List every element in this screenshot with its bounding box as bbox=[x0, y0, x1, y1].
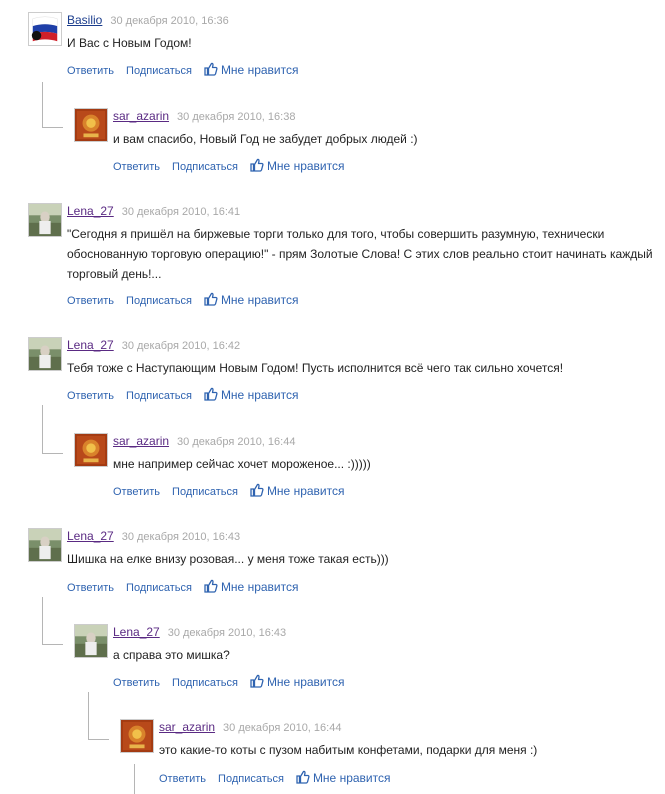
like-label: Мне нравится bbox=[220, 63, 299, 77]
reply-connector bbox=[134, 764, 135, 794]
thumbs-up-icon bbox=[204, 62, 218, 76]
user-avatar-flag[interactable] bbox=[28, 12, 62, 46]
comment-header: Lena_27 30 декабря 2010, 16:43 bbox=[113, 625, 286, 640]
user-avatar-emblem[interactable] bbox=[74, 433, 108, 467]
comment-actions: Ответить Подписаться Мне нравится bbox=[113, 483, 344, 499]
like-label: Мне нравится bbox=[266, 675, 345, 689]
comment-actions: Ответить Подписаться Мне нравится bbox=[67, 62, 298, 78]
comment-date: 30 декабря 2010, 16:36 bbox=[110, 15, 229, 27]
reply-link[interactable]: Ответить bbox=[67, 582, 114, 594]
subscribe-link[interactable]: Подписаться bbox=[172, 161, 238, 173]
like-button[interactable]: Мне нравится bbox=[204, 387, 299, 402]
comment-date: 30 декабря 2010, 16:38 bbox=[177, 111, 296, 123]
comment-text: это какие-то коты с пузом набитым конфет… bbox=[159, 743, 538, 757]
thumbs-up-icon bbox=[250, 158, 264, 172]
like-button[interactable]: Мне нравится bbox=[204, 579, 299, 594]
thumbs-up-icon bbox=[204, 387, 218, 401]
like-label: Мне нравится bbox=[312, 771, 391, 785]
subscribe-link[interactable]: Подписаться bbox=[126, 582, 192, 594]
user-avatar-photo[interactable] bbox=[28, 528, 62, 562]
user-avatar-emblem[interactable] bbox=[74, 108, 108, 142]
comment-text: и вам спасибо, Новый Год не забудет добр… bbox=[113, 132, 418, 146]
author-link[interactable]: sar_azarin bbox=[113, 434, 169, 448]
author-link[interactable]: sar_azarin bbox=[159, 720, 215, 734]
like-button[interactable]: Мне нравится bbox=[204, 62, 299, 77]
like-label: Мне нравится bbox=[266, 484, 345, 498]
subscribe-link[interactable]: Подписаться bbox=[172, 677, 238, 689]
comment-date: 30 декабря 2010, 16:43 bbox=[167, 627, 287, 639]
reply-link[interactable]: Ответить bbox=[67, 65, 114, 77]
reply-link[interactable]: Ответить bbox=[159, 773, 206, 785]
comment-header: sar_azarin 30 декабря 2010, 16:38 bbox=[113, 109, 295, 124]
author-link[interactable]: sar_azarin bbox=[113, 109, 169, 123]
comment-header: Lena_27 30 декабря 2010, 16:41 bbox=[67, 204, 240, 219]
reply-link[interactable]: Ответить bbox=[67, 390, 114, 402]
subscribe-link[interactable]: Подписаться bbox=[126, 295, 192, 307]
comment-text: И Вас с Новым Годом! bbox=[67, 36, 192, 50]
comment-actions: Ответить Подписаться Мне нравится bbox=[113, 158, 344, 174]
comment-header: sar_azarin 30 декабря 2010, 16:44 bbox=[159, 720, 341, 735]
comment-text: мне например сейчас хочет мороженое... :… bbox=[113, 457, 371, 471]
author-link[interactable]: Lena_27 bbox=[67, 529, 114, 543]
author-link[interactable]: Lena_27 bbox=[113, 625, 160, 639]
reply-connector bbox=[42, 597, 63, 645]
like-label: Мне нравится bbox=[266, 159, 345, 173]
reply-connector bbox=[42, 405, 63, 454]
comment-thread: Basilio 30 декабря 2010, 16:36 И Вас с Но… bbox=[0, 0, 665, 794]
comment-header: sar_azarin 30 декабря 2010, 16:44 bbox=[113, 434, 295, 449]
comment-date: 30 декабря 2010, 16:44 bbox=[223, 722, 342, 734]
user-avatar-photo[interactable] bbox=[74, 624, 108, 658]
comment-text: а справа это мишка? bbox=[113, 648, 230, 662]
subscribe-link[interactable]: Подписаться bbox=[218, 773, 284, 785]
comment-date: 30 декабря 2010, 16:43 bbox=[121, 531, 241, 543]
like-label: Мне нравится bbox=[220, 388, 299, 402]
reply-connector bbox=[88, 692, 109, 740]
like-label: Мне нравится bbox=[220, 293, 299, 307]
user-avatar-emblem[interactable] bbox=[120, 719, 154, 753]
comment-actions: Ответить Подписаться Мне нравится bbox=[67, 292, 298, 308]
comment-actions: Ответить Подписаться Мне нравится bbox=[67, 579, 298, 595]
like-label: Мне нравится bbox=[220, 580, 299, 594]
like-button[interactable]: Мне нравится bbox=[250, 483, 345, 498]
like-button[interactable]: Мне нравится bbox=[250, 158, 345, 173]
comment-actions: Ответить Подписаться Мне нравится bbox=[159, 770, 390, 786]
subscribe-link[interactable]: Подписаться bbox=[126, 65, 192, 77]
thumbs-up-icon bbox=[250, 674, 264, 688]
comment-actions: Ответить Подписаться Мне нравится bbox=[67, 387, 298, 403]
thumbs-up-icon bbox=[204, 579, 218, 593]
comment-date: 30 декабря 2010, 16:42 bbox=[121, 340, 241, 352]
author-link[interactable]: Basilio bbox=[67, 13, 102, 27]
reply-link[interactable]: Ответить bbox=[113, 677, 160, 689]
reply-link[interactable]: Ответить bbox=[67, 295, 114, 307]
author-link[interactable]: Lena_27 bbox=[67, 204, 114, 218]
subscribe-link[interactable]: Подписаться bbox=[172, 486, 238, 498]
thumbs-up-icon bbox=[204, 292, 218, 306]
comment-header: Lena_27 30 декабря 2010, 16:43 bbox=[67, 529, 240, 544]
thumbs-up-icon bbox=[296, 770, 310, 784]
comment-header: Basilio 30 декабря 2010, 16:36 bbox=[67, 13, 229, 28]
reply-connector bbox=[42, 82, 63, 128]
like-button[interactable]: Мне нравится bbox=[250, 674, 345, 689]
comment-text: Тебя тоже с Наступающим Новым Годом! Пус… bbox=[67, 361, 564, 375]
thumbs-up-icon bbox=[250, 483, 264, 497]
user-avatar-photo[interactable] bbox=[28, 203, 62, 237]
comment-header: Lena_27 30 декабря 2010, 16:42 bbox=[67, 338, 240, 353]
comment-text: Шишка на елке внизу розовая... у меня то… bbox=[67, 552, 389, 566]
reply-link[interactable]: Ответить bbox=[113, 486, 160, 498]
reply-link[interactable]: Ответить bbox=[113, 161, 160, 173]
author-link[interactable]: Lena_27 bbox=[67, 338, 114, 352]
like-button[interactable]: Мне нравится bbox=[296, 770, 391, 785]
comment-actions: Ответить Подписаться Мне нравится bbox=[113, 674, 344, 690]
like-button[interactable]: Мне нравится bbox=[204, 292, 299, 307]
comment-text: "Сегодня я пришёл на биржевые торги толь… bbox=[67, 227, 653, 281]
comment-date: 30 декабря 2010, 16:44 bbox=[177, 436, 296, 448]
subscribe-link[interactable]: Подписаться bbox=[126, 390, 192, 402]
comment-date: 30 декабря 2010, 16:41 bbox=[121, 206, 241, 218]
user-avatar-photo[interactable] bbox=[28, 337, 62, 371]
